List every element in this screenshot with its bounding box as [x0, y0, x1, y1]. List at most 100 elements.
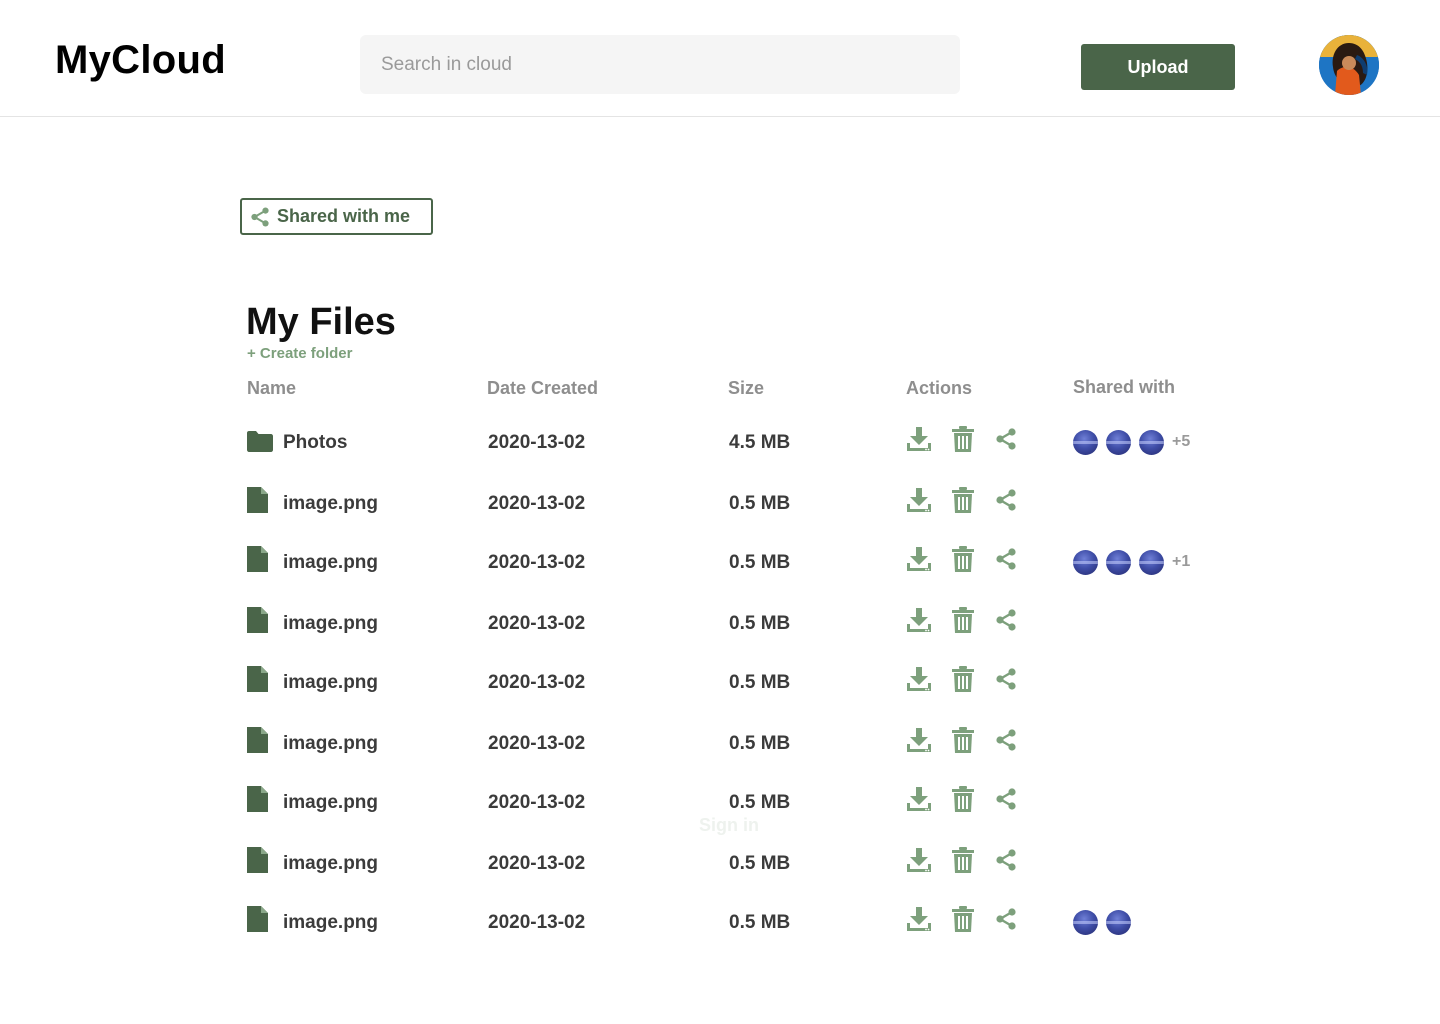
column-header-actions: Actions: [906, 378, 973, 398]
table-row[interactable]: image.png 2020-13-02 0.5 MB: [0, 483, 1440, 523]
file-name[interactable]: Photos: [283, 432, 347, 454]
file-name[interactable]: image.png: [283, 552, 378, 574]
share-icon[interactable]: [994, 907, 1018, 936]
download-icon[interactable]: [906, 906, 932, 937]
share-icon[interactable]: [994, 427, 1018, 456]
share-icon[interactable]: [994, 787, 1018, 816]
trash-icon[interactable]: [952, 666, 974, 697]
search-input[interactable]: [360, 35, 960, 94]
file-size: 0.5 MB: [729, 672, 791, 693]
file-size: 0.5 MB: [729, 912, 791, 933]
shared-more-count[interactable]: +1: [1172, 553, 1190, 571]
file-size: 0.5 MB: [729, 493, 791, 514]
download-icon[interactable]: [906, 727, 932, 758]
share-icon[interactable]: [994, 608, 1018, 637]
shared-user-avatar[interactable]: [1106, 429, 1131, 455]
file-size: 0.5 MB: [729, 853, 791, 874]
top-header: MyCloud Upload: [0, 0, 1440, 117]
shared-with-list[interactable]: +5: [1073, 422, 1190, 462]
column-header-size: Size: [728, 378, 765, 398]
file-icon: [247, 847, 268, 878]
folder-icon: [247, 430, 273, 457]
table-row[interactable]: image.png 2020-13-02 0.5 MB: [0, 902, 1440, 942]
trash-icon[interactable]: [952, 607, 974, 638]
file-icon: [247, 546, 268, 577]
file-icon: [247, 666, 268, 697]
shared-user-avatar[interactable]: [1073, 429, 1098, 455]
share-icon[interactable]: [994, 667, 1018, 696]
file-size: 4.5 MB: [729, 432, 791, 453]
column-header-date: Date Created: [487, 378, 599, 398]
file-name[interactable]: image.png: [283, 613, 378, 635]
trash-icon[interactable]: [952, 487, 974, 518]
file-name[interactable]: image.png: [283, 733, 378, 755]
file-date: 2020-13-02: [488, 792, 586, 813]
file-name[interactable]: image.png: [283, 792, 378, 814]
create-folder-link[interactable]: + Create folder: [247, 345, 352, 363]
file-date: 2020-13-02: [488, 613, 586, 634]
download-icon[interactable]: [906, 487, 932, 518]
upload-button[interactable]: Upload: [1081, 44, 1235, 90]
shared-with-me-label: Shared with me: [277, 206, 411, 226]
table-row[interactable]: image.png 2020-13-02 0.5 MB: [0, 662, 1440, 702]
file-date: 2020-13-02: [488, 853, 586, 874]
file-date: 2020-13-02: [488, 733, 586, 754]
column-header-shared: Shared with: [1073, 377, 1176, 397]
app-logo[interactable]: MyCloud: [55, 36, 226, 84]
share-icon[interactable]: [994, 728, 1018, 757]
table-row[interactable]: image.png 2020-13-02 0.5 MB +1: [0, 542, 1440, 582]
avatar-image: [1319, 35, 1379, 95]
shared-with-list[interactable]: +1: [1073, 542, 1190, 582]
trash-icon[interactable]: [952, 546, 974, 577]
file-icon: [247, 487, 268, 518]
file-size: 0.5 MB: [729, 792, 791, 813]
trash-icon[interactable]: [952, 786, 974, 817]
file-date: 2020-13-02: [488, 912, 586, 933]
file-size: 0.5 MB: [729, 613, 791, 634]
file-icon: [247, 727, 268, 758]
download-icon[interactable]: [906, 546, 932, 577]
shared-more-count[interactable]: +5: [1172, 433, 1190, 451]
file-icon: [247, 607, 268, 638]
shared-user-avatar[interactable]: [1139, 429, 1164, 455]
download-icon[interactable]: [906, 666, 932, 697]
share-icon[interactable]: [994, 547, 1018, 576]
shared-user-avatar[interactable]: [1106, 549, 1131, 575]
file-size: 0.5 MB: [729, 733, 791, 754]
shared-with-me-button[interactable]: Shared with me: [240, 198, 433, 235]
file-date: 2020-13-02: [488, 672, 586, 693]
share-icon: [251, 206, 269, 227]
download-icon[interactable]: [906, 607, 932, 638]
download-icon[interactable]: [906, 847, 932, 878]
file-name[interactable]: image.png: [283, 912, 378, 934]
trash-icon[interactable]: [952, 906, 974, 937]
shared-user-avatar[interactable]: [1106, 909, 1131, 935]
table-row[interactable]: image.png 2020-13-02 0.5 MB: [0, 603, 1440, 643]
shared-user-avatar[interactable]: [1139, 549, 1164, 575]
shared-with-list[interactable]: [1073, 902, 1139, 942]
file-date: 2020-13-02: [488, 493, 586, 514]
file-name[interactable]: image.png: [283, 493, 378, 515]
download-icon[interactable]: [906, 426, 932, 457]
ghost-sign-in-text: Sign in: [699, 815, 759, 835]
table-row[interactable]: Photos 2020-13-02 4.5 MB +5: [0, 422, 1440, 462]
file-date: 2020-13-02: [488, 432, 586, 453]
trash-icon[interactable]: [952, 426, 974, 457]
file-name[interactable]: image.png: [283, 853, 378, 875]
trash-icon[interactable]: [952, 847, 974, 878]
download-icon[interactable]: [906, 786, 932, 817]
file-size: 0.5 MB: [729, 552, 791, 573]
page-title: My Files: [246, 301, 396, 343]
file-date: 2020-13-02: [488, 552, 586, 573]
table-row[interactable]: image.png 2020-13-02 0.5 MB: [0, 843, 1440, 883]
shared-user-avatar[interactable]: [1073, 549, 1098, 575]
file-icon: [247, 786, 268, 817]
share-icon[interactable]: [994, 848, 1018, 877]
file-icon: [247, 906, 268, 937]
user-avatar[interactable]: [1319, 35, 1379, 95]
share-icon[interactable]: [994, 488, 1018, 517]
shared-user-avatar[interactable]: [1073, 909, 1098, 935]
file-name[interactable]: image.png: [283, 672, 378, 694]
trash-icon[interactable]: [952, 727, 974, 758]
table-row[interactable]: image.png 2020-13-02 0.5 MB: [0, 723, 1440, 763]
